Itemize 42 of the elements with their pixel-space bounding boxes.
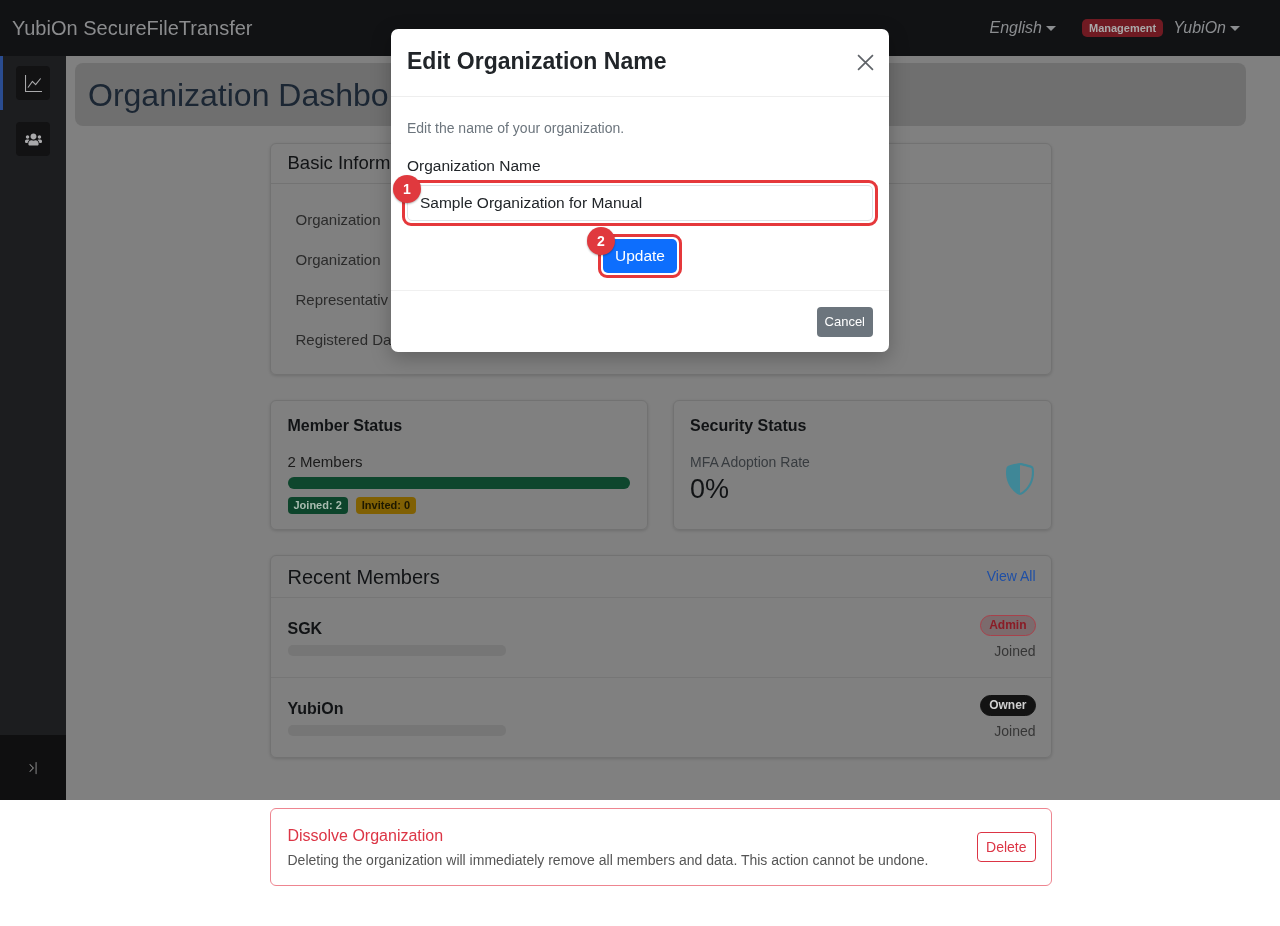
card-title: Recent Members: [287, 566, 440, 587]
field-label: Organization Name: [407, 158, 542, 174]
caret-icon: [1230, 25, 1240, 31]
member-status: Joined: [994, 641, 1036, 661]
info-label: Organization: [295, 251, 381, 267]
shield-icon: [1003, 463, 1036, 495]
close-button[interactable]: [857, 54, 874, 71]
close-icon: [857, 54, 874, 71]
card-title: Member Status: [287, 416, 404, 436]
caret-icon: [1045, 25, 1056, 31]
role-badge: Admin: [980, 614, 1036, 636]
card-title: Basic Inform: [287, 154, 391, 173]
danger-description: Deleting the organization will immediately remove all members and data. This action cannot be undone.: [287, 850, 929, 869]
status-badge: Joined: 2: [287, 497, 348, 514]
line-chart-icon: [16, 66, 50, 100]
cancel-button[interactable]: Cancel: [816, 306, 873, 337]
info-label: Representativ: [295, 291, 389, 307]
status-badge: Invited: 0: [355, 497, 417, 514]
metric-label: MFA Adoption Rate: [690, 453, 810, 472]
app-brand[interactable]: YubiOn SecureFileTransfer: [12, 18, 253, 38]
dialog-title: Edit Organization Name: [407, 49, 667, 73]
role-badge: Owner: [980, 694, 1036, 716]
collapse-icon: [26, 760, 40, 775]
user-dropdown[interactable]: YubiOn: [1173, 16, 1240, 40]
dialog-description: Edit the name of your organization.: [407, 119, 626, 137]
language-dropdown[interactable]: English: [989, 16, 1056, 40]
info-label: Organization: [295, 211, 381, 227]
member-name: YubiOn: [287, 699, 345, 719]
danger-title: Dissolve Organization: [287, 825, 445, 846]
card-title: Security Status: [690, 416, 808, 436]
users-icon: [16, 122, 50, 156]
step-number-marker: 1: [393, 175, 421, 203]
metric-value: 0%: [690, 473, 731, 506]
member-count: 2 Members: [287, 452, 364, 472]
member-name: SGK: [287, 619, 324, 639]
step-number-marker: 2: [587, 227, 615, 255]
collapse-sidebar-button[interactable]: [26, 760, 40, 775]
role-badge: Management: [1081, 19, 1164, 37]
member-status: Joined: [994, 721, 1036, 741]
page-title: Organization Dashbo: [88, 78, 389, 111]
delete-button[interactable]: Delete: [977, 832, 1036, 862]
info-label: Registered Da: [295, 331, 392, 347]
